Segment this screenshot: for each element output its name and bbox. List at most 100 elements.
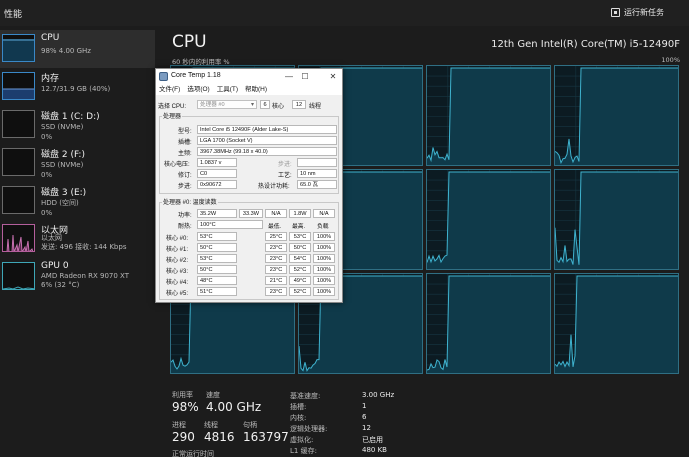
sidebar-item-cpu[interactable]: CPU 98% 4.00 GHz	[0, 30, 155, 68]
menu-file[interactable]: 文件(F)	[159, 84, 180, 95]
power-uncore: N/A	[265, 209, 287, 218]
vid-value: 1.0837 v	[197, 158, 237, 167]
tdp-label: 热设计功耗:	[258, 184, 290, 190]
cpuid-label: 步进:	[178, 184, 192, 190]
logical-processor-graph	[554, 65, 679, 166]
menu-help[interactable]: 帮助(H)	[245, 84, 267, 95]
spec-label: L1 缓存:	[290, 447, 317, 455]
stepping-right-value	[297, 158, 337, 167]
power-gpu: N/A	[313, 209, 335, 218]
core-max-0: 53°C	[289, 232, 311, 241]
sidebar-item-name: CPU	[41, 33, 60, 43]
sidebar-item-disk-2[interactable]: 磁盘 2 (F:) SSD (NVMe) 0%	[0, 144, 155, 182]
coretemp-titlebar[interactable]: Core Temp 1.18 — ☐ ✕	[156, 69, 342, 84]
thread-count: 12	[292, 100, 306, 109]
disk2-mini-graph	[2, 148, 35, 176]
cpuid-value: 0x90672	[197, 180, 237, 189]
core-load-3: 100%	[313, 265, 335, 274]
core-label-4: 核心 #4:	[166, 280, 189, 286]
sidebar-item-detail: 12.7/31.9 GB (40%)	[41, 85, 111, 93]
core-temp-4: 48°C	[197, 276, 237, 285]
core-max-1: 50°C	[289, 243, 311, 252]
sidebar-item-gpu[interactable]: GPU 0 AMD Radeon RX 9070 XT 6% (32 °C)	[0, 258, 155, 296]
power-dram: 1.8W	[289, 209, 311, 218]
sidebar-item-disk-3[interactable]: 磁盘 3 (E:) HDD (空间) 0%	[0, 182, 155, 220]
coretemp-window[interactable]: Core Temp 1.18 — ☐ ✕ 文件(F) 选项(O) 工具(T) 帮…	[155, 68, 343, 303]
memory-mini-graph	[2, 72, 35, 100]
menu-tools[interactable]: 工具(T)	[217, 84, 238, 95]
logical-processor-graph	[426, 273, 551, 374]
power-package: 35.2W	[197, 209, 237, 218]
core-load-0: 100%	[313, 232, 335, 241]
minimize-icon[interactable]: —	[283, 71, 295, 82]
temperature-group-title: 处理器 #0: 温度读数	[162, 197, 218, 206]
disk3-mini-graph	[2, 186, 35, 214]
core-load-2: 100%	[313, 254, 335, 263]
core-load-5: 100%	[313, 287, 335, 296]
spec-label: 逻辑处理器:	[290, 425, 328, 433]
run-new-task-label: 运行新任务	[624, 8, 664, 17]
spec-value: 已启用	[362, 436, 383, 444]
core-count: 6	[260, 100, 270, 109]
menu-options[interactable]: 选项(O)	[187, 84, 209, 95]
sidebar-item-name: 磁盘 1 (C: D:)	[41, 112, 100, 122]
speed-label: 速度	[206, 391, 220, 399]
run-new-task-button[interactable]: 运行新任务	[611, 7, 664, 18]
maximize-icon[interactable]: ☐	[299, 71, 311, 82]
sidebar-item-memory[interactable]: 内存 12.7/31.9 GB (40%)	[0, 68, 155, 106]
cpu-heading: CPU	[172, 32, 207, 52]
spec-value: 12	[362, 424, 371, 432]
tdp-value: 65.0 瓦	[297, 180, 337, 189]
core-label-3: 核心 #3:	[166, 269, 189, 275]
cpu-mini-graph	[2, 34, 35, 62]
cpu-select[interactable]: 处理器 #0	[197, 100, 257, 109]
power-label: 功率:	[178, 213, 192, 219]
logical-processor-graph	[426, 65, 551, 166]
core-temp-1: 50°C	[197, 243, 237, 252]
core-max-2: 54°C	[289, 254, 311, 263]
core-min-1: 23°C	[265, 243, 287, 252]
spec-value: 6	[362, 413, 367, 421]
sidebar-item-detail: 98% 4.00 GHz	[41, 47, 91, 55]
core-min-4: 21°C	[265, 276, 287, 285]
lithography-label: 工艺:	[278, 173, 292, 179]
cpu-usage-area	[427, 276, 550, 373]
utilization-label: 利用率	[172, 391, 193, 399]
graph-max-label: 100%	[661, 56, 680, 64]
sidebar-item-throughput: 发送: 496 接收: 144 Kbps	[41, 243, 127, 251]
sidebar: CPU 98% 4.00 GHz 内存 12.7/31.9 GB (40%) 磁…	[0, 26, 155, 457]
sidebar-item-ethernet[interactable]: 以太网 以太网 发送: 496 接收: 144 Kbps	[0, 220, 155, 258]
sidebar-item-disk-1[interactable]: 磁盘 1 (C: D:) SSD (NVMe) 0%	[0, 106, 155, 144]
min-column-header: 最低.	[268, 224, 282, 230]
logical-processor-graph	[426, 169, 551, 270]
close-icon[interactable]: ✕	[327, 71, 339, 82]
gpu-mini-graph	[2, 262, 35, 290]
cpu-usage-area	[427, 68, 550, 165]
max-column-header: 最高.	[292, 224, 306, 230]
sidebar-item-usage: 6% (32 °C)	[41, 281, 80, 289]
page-title: 性能	[4, 10, 23, 20]
top-bar: 性能 运行新任务	[0, 0, 689, 26]
spec-label: 插槽:	[290, 403, 307, 411]
core-label-5: 核心 #5:	[166, 291, 189, 297]
core-min-5: 23°C	[265, 287, 287, 296]
core-max-4: 49°C	[289, 276, 311, 285]
speed-value: 4.00 GHz	[206, 400, 262, 414]
vid-label: 核心电压:	[164, 162, 190, 168]
load-column-header: 负载	[317, 224, 329, 230]
core-max-3: 52°C	[289, 265, 311, 274]
revision-value: C0	[197, 169, 237, 178]
spec-label: 内核:	[290, 414, 307, 422]
sidebar-item-name: 磁盘 3 (E:)	[41, 188, 87, 198]
spec-value: 1	[362, 402, 367, 410]
core-min-0: 25°C	[265, 232, 287, 241]
cpu-usage-area	[555, 276, 678, 373]
utilization-value: 98%	[172, 400, 199, 414]
thermometer-icon	[159, 72, 168, 81]
core-load-1: 100%	[313, 243, 335, 252]
lithography-value: 10 nm	[297, 169, 337, 178]
handles-value: 163797	[243, 430, 289, 444]
socket-value: LGA 1700 (Socket V)	[197, 136, 337, 145]
logical-processor-graph	[554, 273, 679, 374]
spec-value: 3.00 GHz	[362, 391, 395, 399]
